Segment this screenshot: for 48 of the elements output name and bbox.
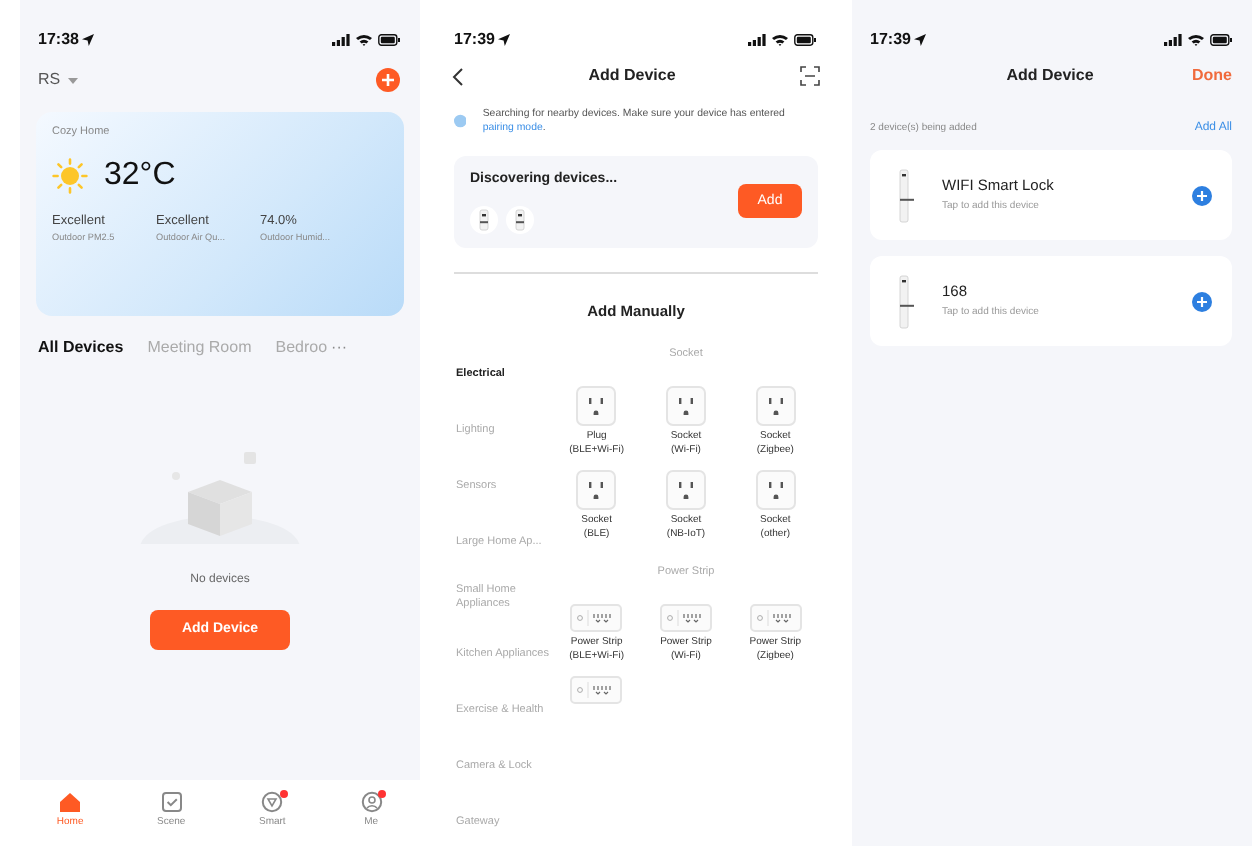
me-icon [359,790,384,815]
status-time: 17:38 [38,28,79,52]
temperature: 32°C [104,156,176,197]
wifi-icon [1188,34,1204,46]
home-icon [58,790,83,815]
scene-icon [159,790,184,815]
location-icon [498,34,511,46]
socket-icon [755,386,796,427]
room-tab[interactable]: All Devices [38,336,124,360]
add-icon[interactable] [1192,185,1212,205]
scan-icon[interactable] [799,66,820,86]
add-icon[interactable] [1192,291,1212,311]
more-button[interactable]: ··· [331,336,348,360]
smart-icon [260,790,285,815]
socket-icon [576,386,617,427]
home-selector[interactable]: RS [38,68,79,92]
location-icon [82,34,95,46]
power-strip-icon [749,604,802,633]
socket-icon [755,469,796,510]
signal-icon [748,34,766,46]
power-strip-icon [570,604,623,633]
wifi-icon [356,34,372,46]
location-icon [914,34,927,46]
sun-icon [52,158,88,195]
socket-icon [665,386,706,427]
status-time: 17:39 [870,28,911,52]
searching-icon [454,114,467,129]
door-lock-icon [512,208,528,232]
battery-icon [378,34,400,46]
wifi-icon [772,34,788,46]
back-icon[interactable] [452,67,464,85]
socket-icon [665,469,706,510]
status-time: 17:39 [454,28,495,52]
screen-title: Add Device [588,64,676,88]
battery-icon [794,34,816,46]
signal-icon [1164,34,1182,46]
screen-title: Add Device [1006,64,1094,88]
signal-icon [332,34,350,46]
door-lock-icon [476,208,492,232]
room-tab[interactable]: Meeting Room [147,336,252,360]
done-button[interactable]: Done [1191,64,1232,88]
socket-icon [576,469,617,510]
battery-icon [1210,34,1232,46]
add-icon[interactable] [376,68,400,92]
power-strip-icon [570,675,623,704]
power-strip-icon [659,604,712,633]
room-tab[interactable]: Bedroo [275,336,328,360]
caret-icon [68,77,79,83]
